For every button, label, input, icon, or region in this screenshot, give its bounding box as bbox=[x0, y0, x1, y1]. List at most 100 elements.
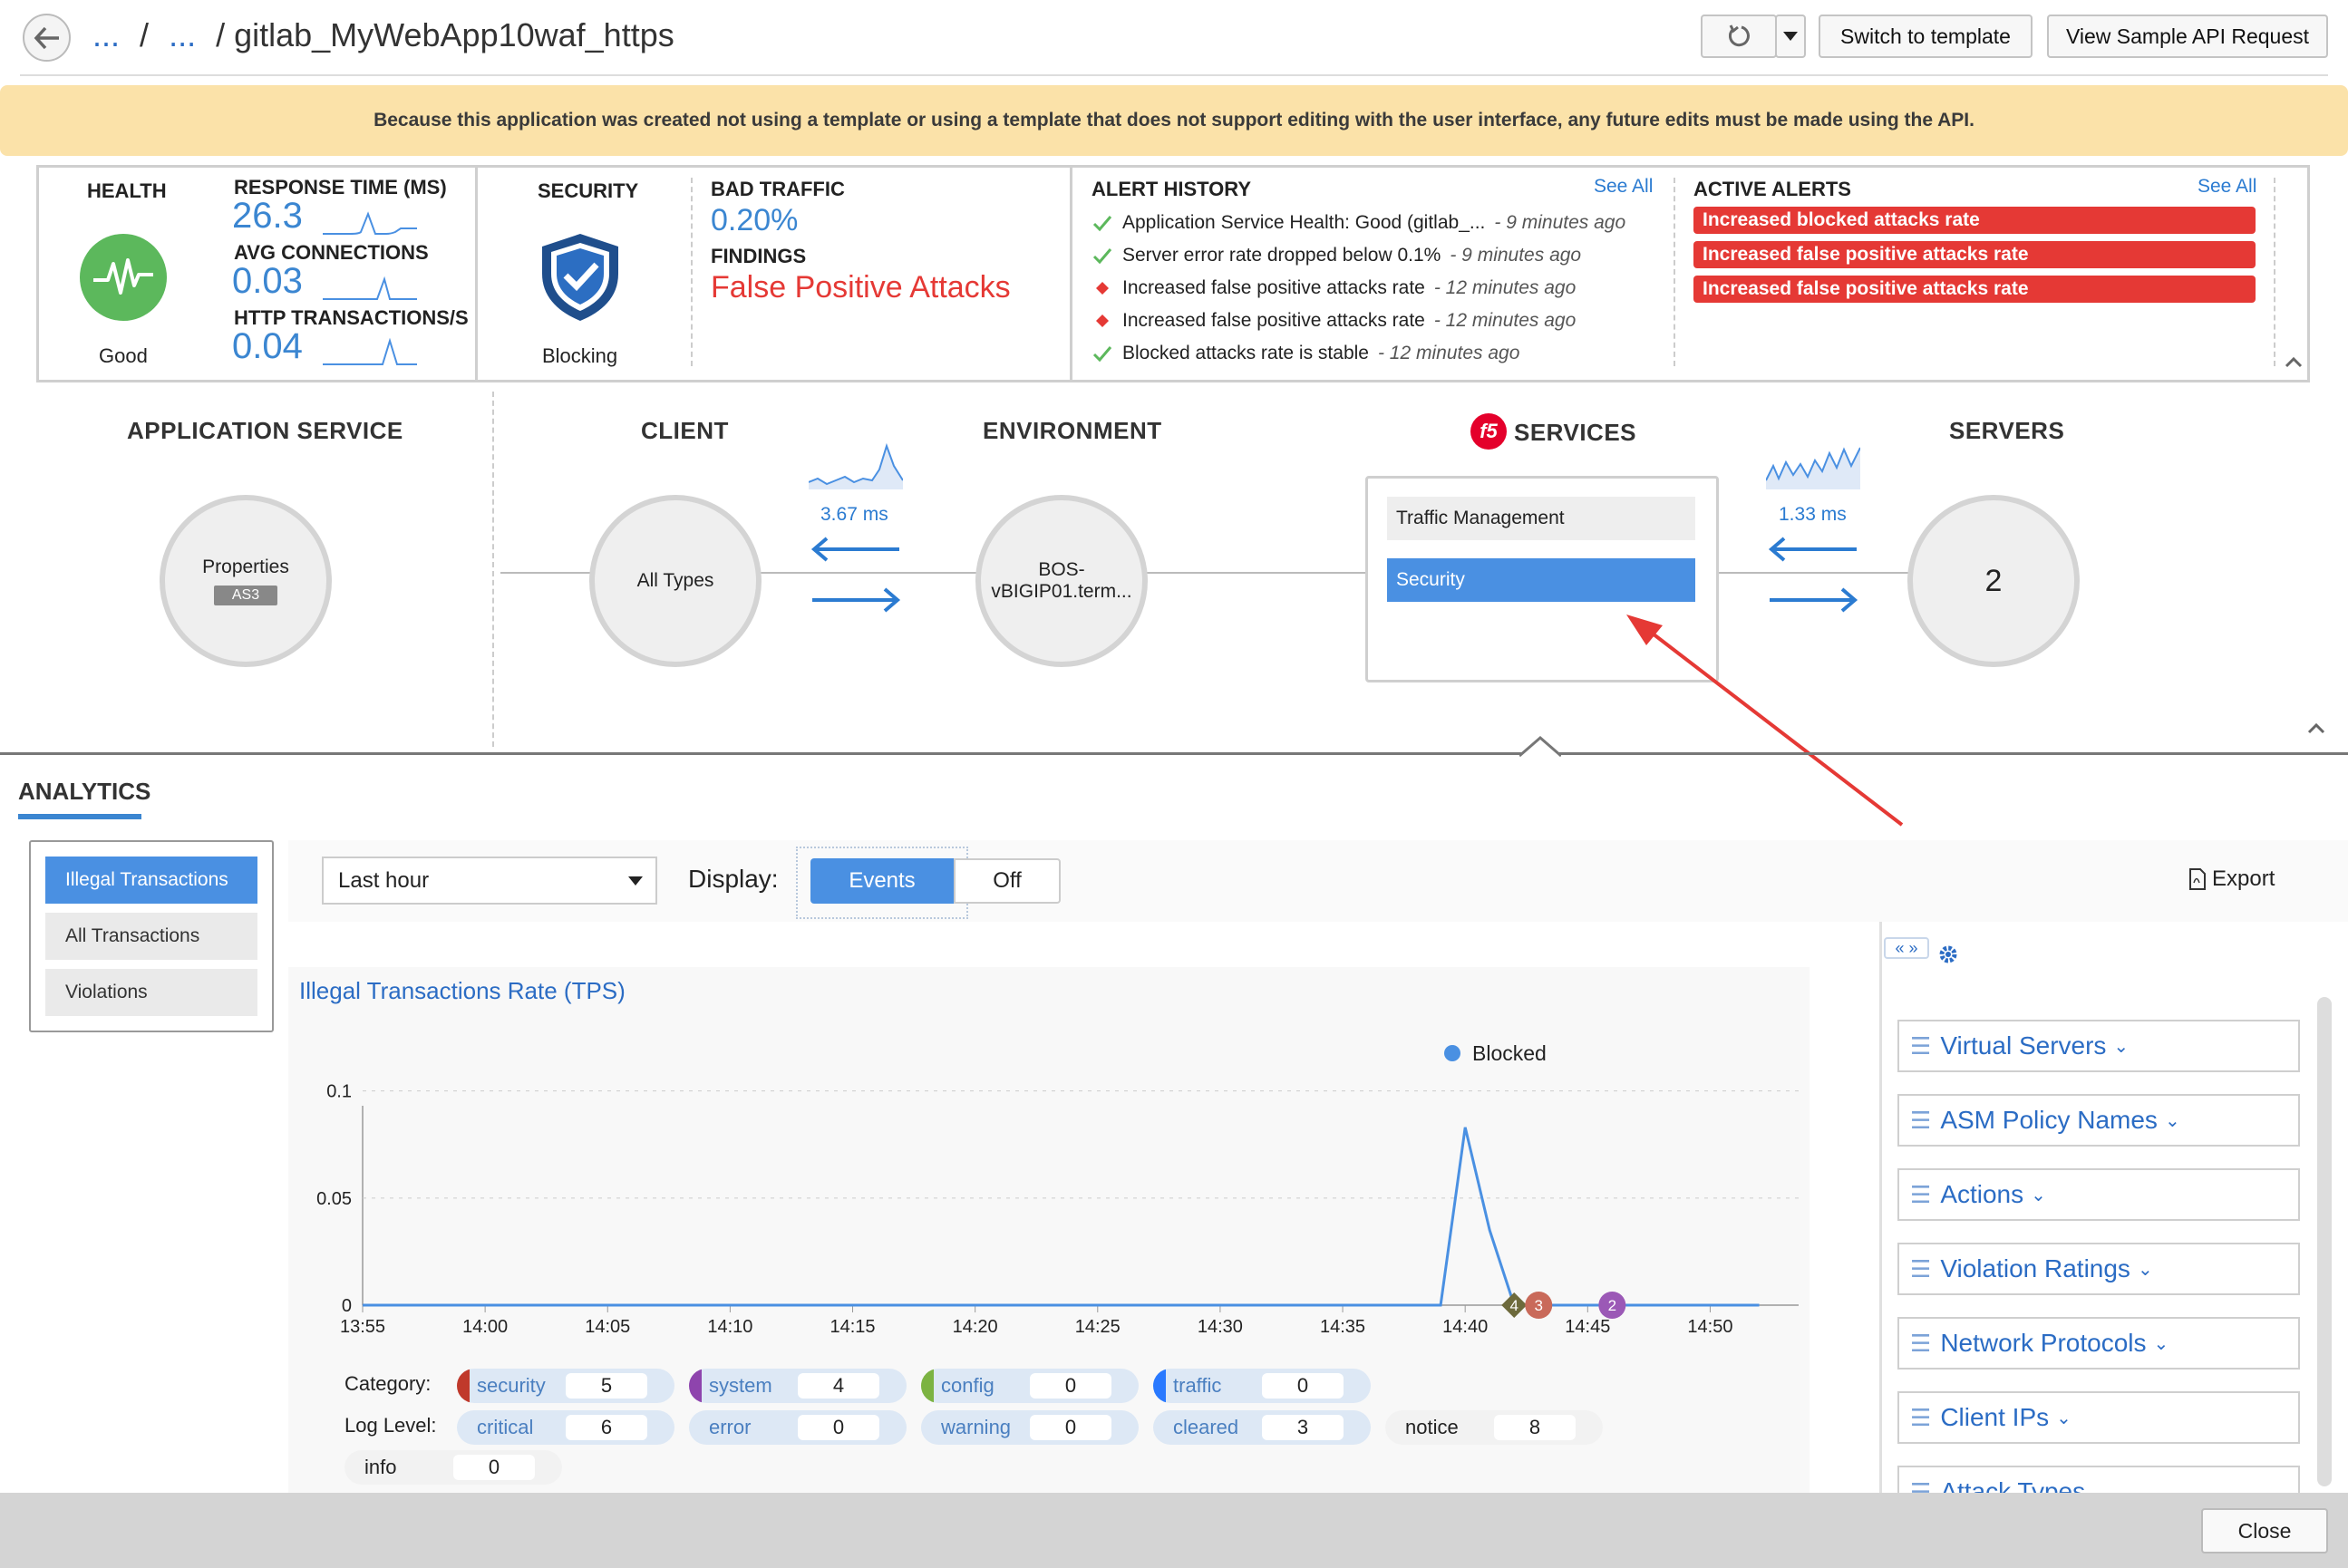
properties-node[interactable]: Properties AS3 bbox=[160, 495, 332, 667]
alert-history-title: ALERT HISTORY bbox=[1092, 178, 1252, 200]
log-level-name: critical bbox=[477, 1416, 534, 1438]
bad-traffic-label: BAD TRAFFIC bbox=[711, 178, 845, 200]
f5-logo: f5 bbox=[1470, 413, 1507, 450]
legend-label: Blocked bbox=[1472, 1041, 1547, 1065]
environment-node[interactable]: BOS- vBIGIP01.term... bbox=[975, 495, 1148, 667]
event-marker-label: 2 bbox=[1608, 1297, 1616, 1314]
server-arrows-icon bbox=[1768, 537, 1858, 613]
log-level-filter-warning[interactable]: warning 0 bbox=[921, 1410, 1139, 1445]
display-off-button[interactable]: Off bbox=[954, 858, 1061, 904]
switch-to-template-button[interactable]: Switch to template bbox=[1819, 15, 2033, 58]
category-filter-system[interactable]: system 4 bbox=[689, 1369, 907, 1403]
x-tick-label: 14:30 bbox=[1198, 1317, 1243, 1337]
traffic-management-item[interactable]: Traffic Management bbox=[1387, 497, 1695, 540]
breadcrumb-link-1[interactable]: ... bbox=[92, 16, 120, 53]
log-level-filter-error[interactable]: error 0 bbox=[689, 1410, 907, 1445]
facet-label: ASM Policy Names bbox=[1940, 1106, 2158, 1134]
nav-illegal-transactions[interactable]: Illegal Transactions bbox=[45, 857, 257, 904]
transactions-chart: 0 0.05 0.1 13:55 14:00 14:05 14:10 14:15 14:20 14… bbox=[316, 1041, 1799, 1337]
category-filter-traffic[interactable]: traffic 0 bbox=[1153, 1369, 1371, 1403]
status-dotted-divider-2 bbox=[1674, 178, 1675, 366]
category-filter-config[interactable]: config 0 bbox=[921, 1369, 1139, 1403]
security-title: SECURITY bbox=[538, 179, 639, 202]
log-level-filter-info[interactable]: info 0 bbox=[344, 1450, 562, 1485]
category-name: security bbox=[477, 1374, 546, 1397]
view-sample-api-request-button[interactable]: View Sample API Request bbox=[2047, 15, 2328, 58]
breadcrumb: ... / ... / gitlab_MyWebApp10waf_https bbox=[92, 16, 674, 54]
health-icon bbox=[80, 234, 167, 321]
x-tick-label: 14:45 bbox=[1565, 1317, 1610, 1337]
alert-diamond-icon bbox=[1096, 315, 1109, 327]
facet-actions[interactable]: ☰ Actions ⌄ bbox=[1897, 1168, 2300, 1221]
export-button[interactable]: Export bbox=[2188, 866, 2275, 892]
avg-connections-sparkline bbox=[323, 276, 417, 300]
facet-network-protocols[interactable]: ☰ Network Protocols ⌄ bbox=[1897, 1317, 2300, 1370]
list-icon: ☰ bbox=[1910, 1106, 1932, 1134]
gear-icon[interactable] bbox=[1938, 944, 1958, 964]
log-level-name: info bbox=[364, 1456, 397, 1478]
alert-history-item: Application Service Health: Good (gitlab… bbox=[1092, 207, 1655, 239]
facet-violation-ratings[interactable]: ☰ Violation Ratings ⌄ bbox=[1897, 1243, 2300, 1295]
nav-violations[interactable]: Violations bbox=[45, 969, 257, 1016]
list-icon: ☰ bbox=[1910, 1403, 1932, 1431]
application-service-title: APPLICATION SERVICE bbox=[127, 417, 403, 444]
list-icon: ☰ bbox=[1910, 1031, 1932, 1060]
log-level-name: cleared bbox=[1173, 1416, 1239, 1438]
expand-collapse-facets[interactable]: « » bbox=[1884, 937, 1929, 959]
chevron-down-icon: ⌄ bbox=[2137, 1259, 2153, 1280]
alert-history-text: Increased false positive attacks rate bbox=[1122, 310, 1425, 331]
bad-traffic-value: 0.20% bbox=[711, 203, 799, 237]
active-alert[interactable]: Increased false positive attacks rate bbox=[1693, 241, 2256, 268]
y-tick-label: 0.05 bbox=[316, 1189, 352, 1209]
alert-history-time: - 12 minutes ago bbox=[1433, 277, 1577, 298]
log-level-count: 6 bbox=[566, 1415, 647, 1440]
refresh-button[interactable] bbox=[1701, 15, 1777, 58]
active-alerts-see-all[interactable]: See All bbox=[2198, 176, 2256, 198]
header-divider bbox=[20, 74, 2328, 76]
client-title: CLIENT bbox=[641, 417, 729, 444]
servers-title: SERVERS bbox=[1949, 417, 2065, 444]
collapse-flow-icon[interactable] bbox=[2307, 721, 2325, 734]
time-range-select[interactable]: Last hour bbox=[322, 857, 657, 905]
warning-banner: Because this application was created not… bbox=[0, 85, 2348, 156]
refresh-dropdown-button[interactable] bbox=[1775, 15, 1806, 58]
pdf-icon bbox=[2189, 868, 2206, 890]
findings-label: FINDINGS bbox=[711, 245, 807, 267]
nav-all-transactions[interactable]: All Transactions bbox=[45, 913, 257, 960]
log-level-name: notice bbox=[1405, 1416, 1459, 1438]
response-time-sparkline bbox=[323, 211, 417, 235]
as3-badge: AS3 bbox=[213, 586, 278, 605]
active-alert[interactable]: Increased blocked attacks rate bbox=[1693, 207, 2256, 234]
log-level-filter-cleared[interactable]: cleared 3 bbox=[1153, 1410, 1371, 1445]
alert-history-text: Server error rate dropped below 0.1% bbox=[1122, 245, 1441, 266]
alert-history-see-all[interactable]: See All bbox=[1594, 176, 1653, 198]
chevron-down-icon: ⌄ bbox=[2031, 1185, 2046, 1205]
x-tick-label: 14:20 bbox=[953, 1317, 998, 1337]
log-level-count: 0 bbox=[453, 1455, 535, 1480]
response-time-value: 26.3 bbox=[232, 196, 303, 236]
log-level-count: 0 bbox=[1030, 1415, 1111, 1440]
close-button[interactable]: Close bbox=[2201, 1508, 2328, 1553]
facet-client-ips[interactable]: ☰ Client IPs ⌄ bbox=[1897, 1391, 2300, 1444]
log-level-filter-notice[interactable]: notice 8 bbox=[1385, 1410, 1603, 1445]
security-item[interactable]: Security bbox=[1387, 558, 1695, 602]
alert-history-time: - 12 minutes ago bbox=[1433, 310, 1577, 331]
category-filter-security[interactable]: security 5 bbox=[457, 1369, 674, 1403]
log-level-count: 0 bbox=[798, 1415, 879, 1440]
category-color-cap bbox=[1153, 1369, 1166, 1403]
list-icon: ☰ bbox=[1910, 1329, 1932, 1357]
avg-connections-value: 0.03 bbox=[232, 261, 303, 301]
breadcrumb-link-2[interactable]: ... bbox=[169, 16, 196, 53]
facet-asm-policy-names[interactable]: ☰ ASM Policy Names ⌄ bbox=[1897, 1094, 2300, 1147]
display-events-button[interactable]: Events bbox=[810, 858, 954, 904]
active-alert[interactable]: Increased false positive attacks rate bbox=[1693, 276, 2256, 303]
collapse-status-icon[interactable] bbox=[2285, 355, 2303, 368]
arrow-left-icon bbox=[34, 26, 59, 49]
back-button[interactable] bbox=[23, 14, 71, 62]
y-tick-label: 0 bbox=[342, 1296, 352, 1316]
client-node[interactable]: All Types bbox=[589, 495, 762, 667]
vertical-scrollbar[interactable] bbox=[2317, 997, 2332, 1486]
servers-node[interactable]: 2 bbox=[1907, 495, 2080, 667]
facet-virtual-servers[interactable]: ☰ Virtual Servers ⌄ bbox=[1897, 1020, 2300, 1072]
log-level-filter-critical[interactable]: critical 6 bbox=[457, 1410, 674, 1445]
